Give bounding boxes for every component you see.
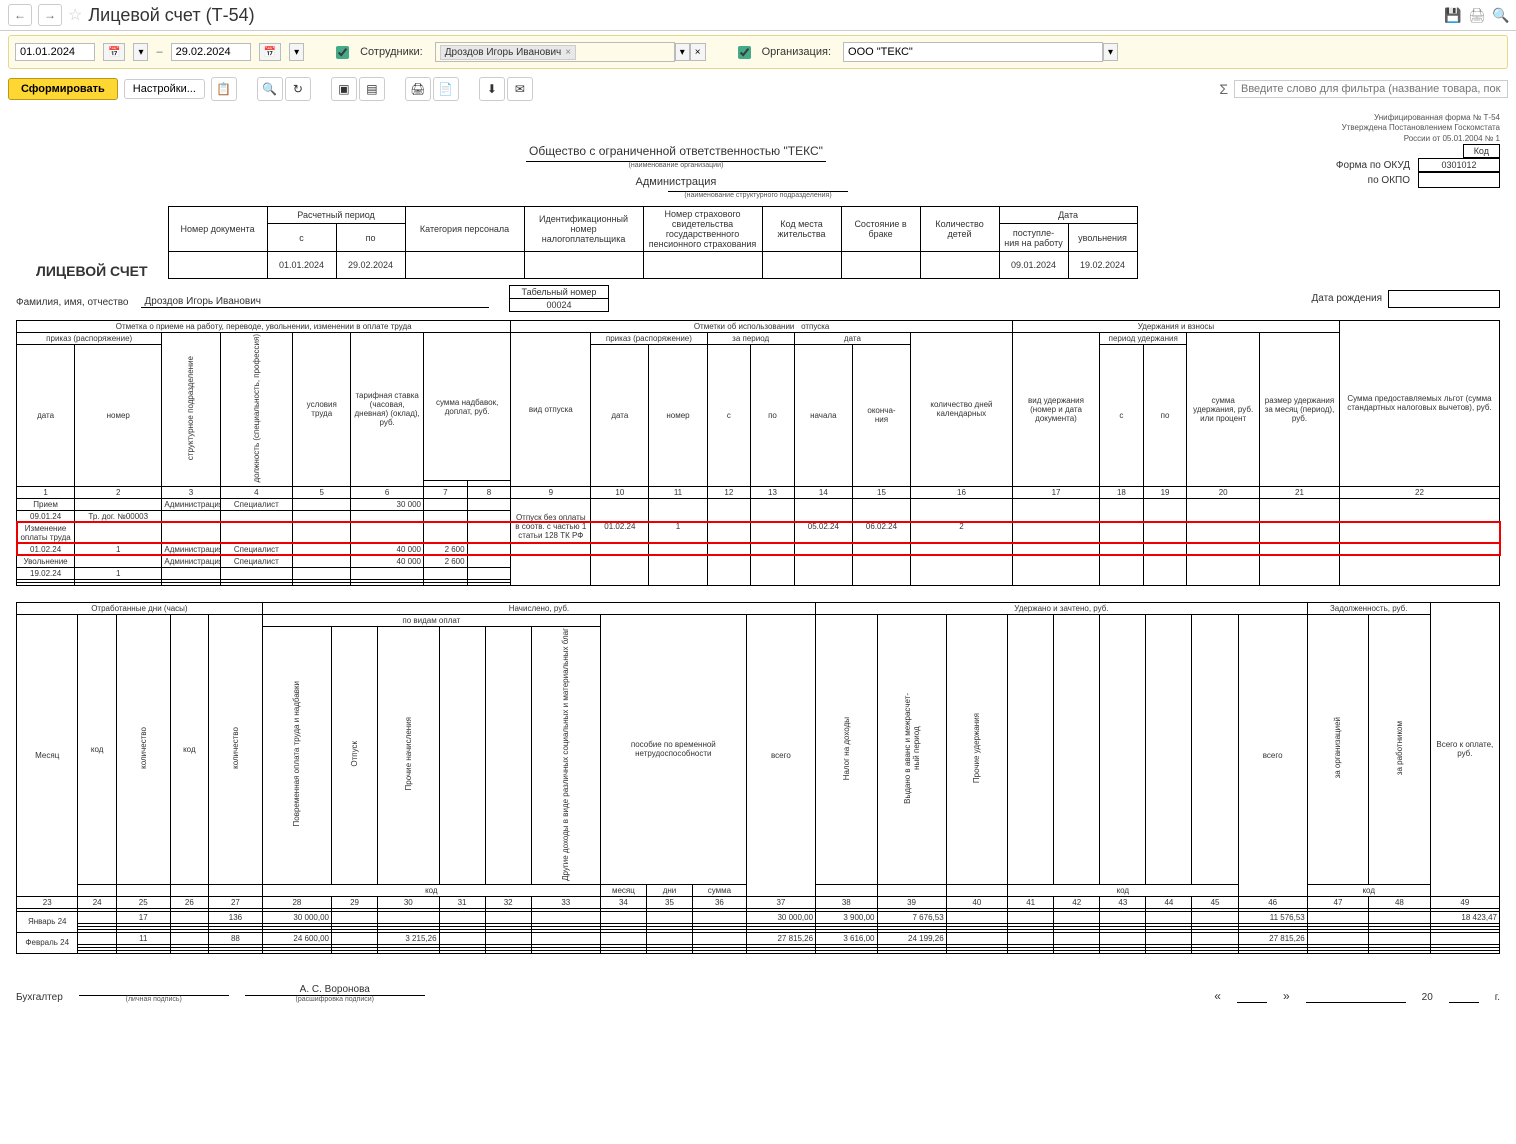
table-row: Февраль 24118824 600,003 215,2627 815,26… bbox=[17, 932, 1500, 944]
search-icon[interactable]: 🔍 bbox=[1492, 7, 1508, 23]
table-row: ПриемАдминистрацияСпециалист30 000Отпуск… bbox=[17, 498, 1500, 510]
sigma-icon: Σ bbox=[1219, 81, 1228, 97]
variants-button[interactable]: 📋 bbox=[211, 77, 237, 101]
forward-button[interactable]: → bbox=[38, 4, 62, 26]
report-area: Унифицированная форма № Т-54 Утверждена … bbox=[0, 105, 1516, 1023]
print-icon[interactable]: 🖨 bbox=[1468, 7, 1484, 23]
employees-label: Сотрудники: bbox=[360, 46, 423, 58]
date-from-input[interactable] bbox=[15, 43, 95, 61]
expand-button[interactable]: ▣ bbox=[331, 77, 357, 101]
refresh-button[interactable]: ↻ bbox=[285, 77, 311, 101]
employees-checkbox[interactable] bbox=[336, 46, 349, 59]
employee-tag: Дроздов Игорь Иванович × bbox=[440, 45, 576, 60]
table-row bbox=[17, 950, 1500, 953]
org-label: Организация: bbox=[762, 46, 831, 58]
org-dropdown[interactable]: ▾ bbox=[1103, 43, 1118, 61]
table-row: Январь 241713630 000,0030 000,003 900,00… bbox=[17, 911, 1500, 923]
collapse-button[interactable]: ▤ bbox=[359, 77, 385, 101]
date-to-input[interactable] bbox=[171, 43, 251, 61]
employees-dropdown[interactable]: ▾ bbox=[675, 43, 690, 61]
date-to-select[interactable]: ▾ bbox=[289, 43, 304, 61]
section-a-table: Отметка о приеме на работу, переводе, ув… bbox=[16, 320, 1500, 586]
preview-button[interactable]: 📄 bbox=[433, 77, 459, 101]
save-report-button[interactable]: ⬇ bbox=[479, 77, 505, 101]
settings-button[interactable]: Настройки... bbox=[124, 79, 205, 99]
employees-clear[interactable]: × bbox=[690, 43, 706, 61]
calendar-from-button[interactable]: 📅 bbox=[103, 43, 125, 61]
employee-tag-remove[interactable]: × bbox=[565, 47, 571, 58]
employees-field[interactable]: Дроздов Игорь Иванович × bbox=[435, 42, 675, 62]
calendar-to-button[interactable]: 📅 bbox=[259, 43, 281, 61]
back-button[interactable]: ← bbox=[8, 4, 32, 26]
section-b-table: Отработанные дни (часы) Начислено, руб. … bbox=[16, 602, 1500, 954]
org-field[interactable] bbox=[843, 42, 1103, 62]
mail-button[interactable]: ✉ bbox=[507, 77, 533, 101]
page-title: Лицевой счет (Т-54) bbox=[88, 5, 254, 26]
favorite-star-icon[interactable]: ☆ bbox=[68, 5, 82, 25]
save-icon[interactable]: 💾 bbox=[1444, 7, 1460, 23]
date-from-select[interactable]: ▾ bbox=[133, 43, 148, 61]
doc-title: ЛИЦЕВОЙ СЧЕТ bbox=[16, 263, 168, 279]
org-name: Общество с ограниченной ответственностью… bbox=[529, 144, 823, 158]
find-button[interactable]: 🔍 bbox=[257, 77, 283, 101]
print-button[interactable]: 🖨 bbox=[405, 77, 431, 101]
filter-input[interactable] bbox=[1234, 80, 1508, 98]
fio-value: Дроздов Игорь Иванович bbox=[141, 296, 489, 308]
org-checkbox[interactable] bbox=[738, 46, 751, 59]
form-button[interactable]: Сформировать bbox=[8, 78, 118, 100]
